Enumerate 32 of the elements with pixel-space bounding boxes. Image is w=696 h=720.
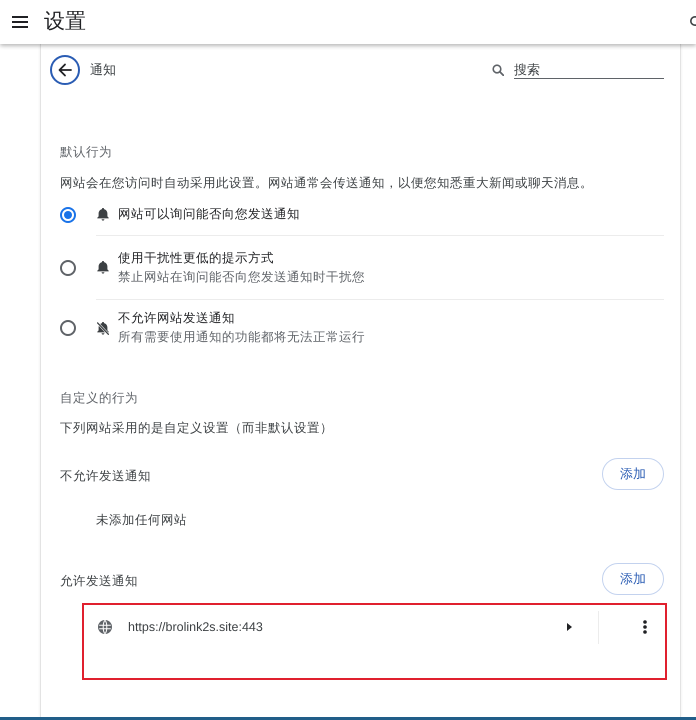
search-icon[interactable]	[688, 16, 696, 28]
option-label: 网站可以询问能否向您发送通知	[118, 206, 300, 222]
radio-button[interactable]	[60, 206, 76, 222]
bell-icon	[97, 208, 109, 220]
search-field[interactable]: 搜索	[514, 61, 664, 79]
option-label: 使用干扰性更低的提示方式	[118, 250, 275, 266]
app-title: 设置	[44, 9, 86, 35]
option-label: 不允许网站发送通知	[118, 310, 236, 327]
option-description: 所有需要使用通知的功能都将无法正常运行	[118, 329, 365, 346]
list-title: 允许发送通知	[60, 573, 138, 590]
section-description: 网站会在您访问时自动采用此设置。网站通常会传送通知，以便您知悉重大新闻或聊天消息。	[60, 175, 594, 192]
menu-icon[interactable]	[12, 16, 28, 28]
empty-list-text: 未添加任何网站	[96, 512, 188, 529]
globe-icon	[98, 620, 112, 634]
add-button[interactable]: 添加	[602, 458, 664, 490]
list-title: 不允许发送通知	[60, 468, 151, 485]
caret-icon[interactable]	[567, 623, 572, 631]
more-icon[interactable]	[643, 620, 647, 634]
site-url[interactable]: https://brolink2s.site:443	[128, 617, 263, 637]
option-description: 禁止网站在询问能否向您发送通知时干扰您	[118, 268, 365, 286]
add-button[interactable]: 添加	[602, 563, 664, 595]
page-title: 通知	[90, 61, 116, 79]
arrow-left-icon	[58, 63, 72, 77]
section-heading: 自定义的行为	[60, 390, 139, 407]
section-heading: 默认行为	[60, 144, 113, 161]
radio-button[interactable]	[60, 320, 76, 336]
back-button[interactable]	[50, 55, 80, 85]
radio-button[interactable]	[60, 260, 76, 276]
section-description: 下列网站采用的是自定义设置（而非默认设置）	[60, 420, 334, 437]
bell-icon	[97, 261, 109, 274]
bell-slash-icon	[97, 322, 109, 334]
search-icon	[492, 64, 504, 76]
